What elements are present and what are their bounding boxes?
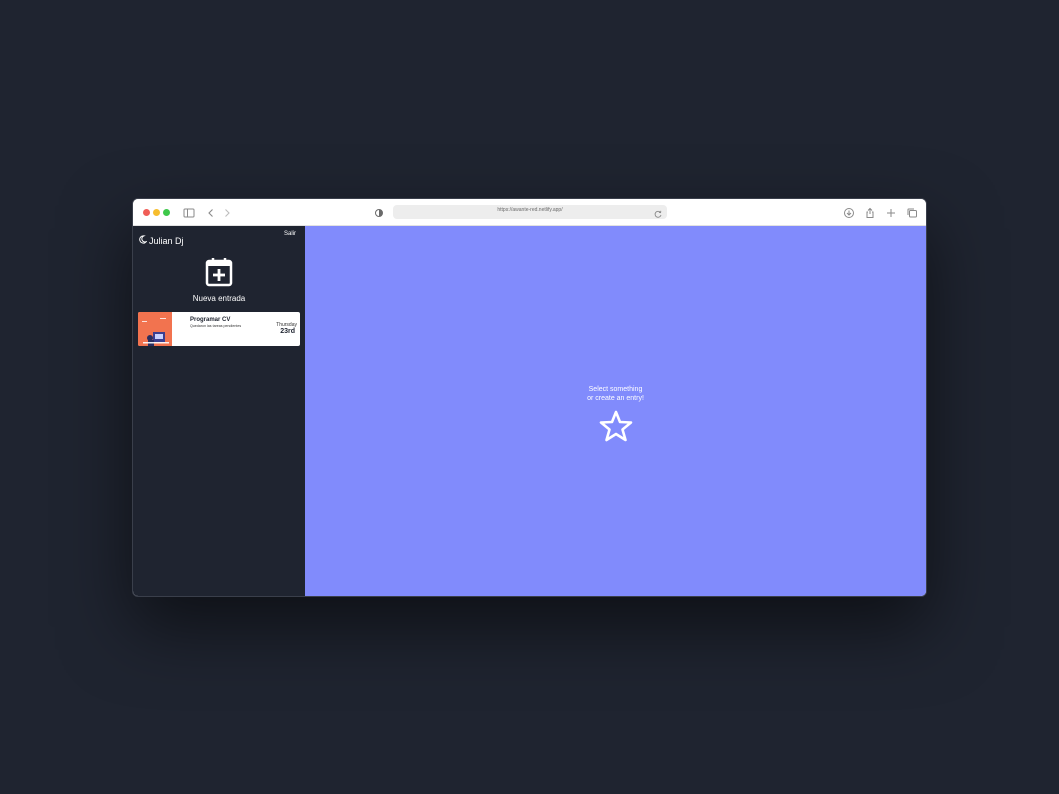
journal-main-area: Select something or create an entry! xyxy=(305,226,926,596)
back-icon[interactable] xyxy=(205,206,217,218)
entry-title: Programar CV xyxy=(190,317,231,323)
moon-icon xyxy=(138,235,148,246)
nothing-selected-line1: Select something xyxy=(588,386,643,393)
user-name: Julian Dj xyxy=(149,235,184,246)
minimize-window-button[interactable] xyxy=(153,209,160,216)
calendar-plus-icon xyxy=(205,258,233,291)
sidebar-toggle-icon[interactable] xyxy=(183,206,195,218)
share-icon[interactable] xyxy=(864,206,876,218)
reload-icon[interactable] xyxy=(653,206,663,218)
downloads-icon[interactable] xyxy=(843,206,855,218)
star-icon xyxy=(305,410,926,447)
url-text: https://awante-red.netlify.app/ xyxy=(497,207,563,213)
new-tab-icon[interactable] xyxy=(885,206,897,218)
close-window-button[interactable] xyxy=(143,209,150,216)
forward-icon[interactable] xyxy=(221,206,233,218)
entry-thumbnail xyxy=(138,312,172,346)
nothing-selected: Select something or create an entry! xyxy=(305,385,926,447)
journal-entry-card[interactable]: Programar CV Quedaron las tareas pendien… xyxy=(138,312,300,346)
entry-body: Quedaron las tareas pendientes xyxy=(190,324,242,328)
tab-overview-icon[interactable] xyxy=(906,206,918,218)
browser-toolbar: https://awante-red.netlify.app/ xyxy=(133,199,926,226)
privacy-shield-icon[interactable] xyxy=(373,206,385,218)
logout-button[interactable]: Salir xyxy=(284,231,296,237)
new-entry-button[interactable]: Nueva entrada xyxy=(133,257,305,303)
zoom-window-button[interactable] xyxy=(163,209,170,216)
journal-sidebar: Julian Dj Salir Nueva entrada Programar … xyxy=(133,226,305,596)
new-entry-label: Nueva entrada xyxy=(192,294,246,303)
browser-window: https://awante-red.netlify.app/ Julian D… xyxy=(132,198,927,597)
address-bar[interactable]: https://awante-red.netlify.app/ xyxy=(393,205,667,219)
entry-day: 23rd xyxy=(280,328,295,335)
user-brand: Julian Dj xyxy=(138,235,184,246)
nothing-selected-line2: or create an entry! xyxy=(587,395,644,402)
